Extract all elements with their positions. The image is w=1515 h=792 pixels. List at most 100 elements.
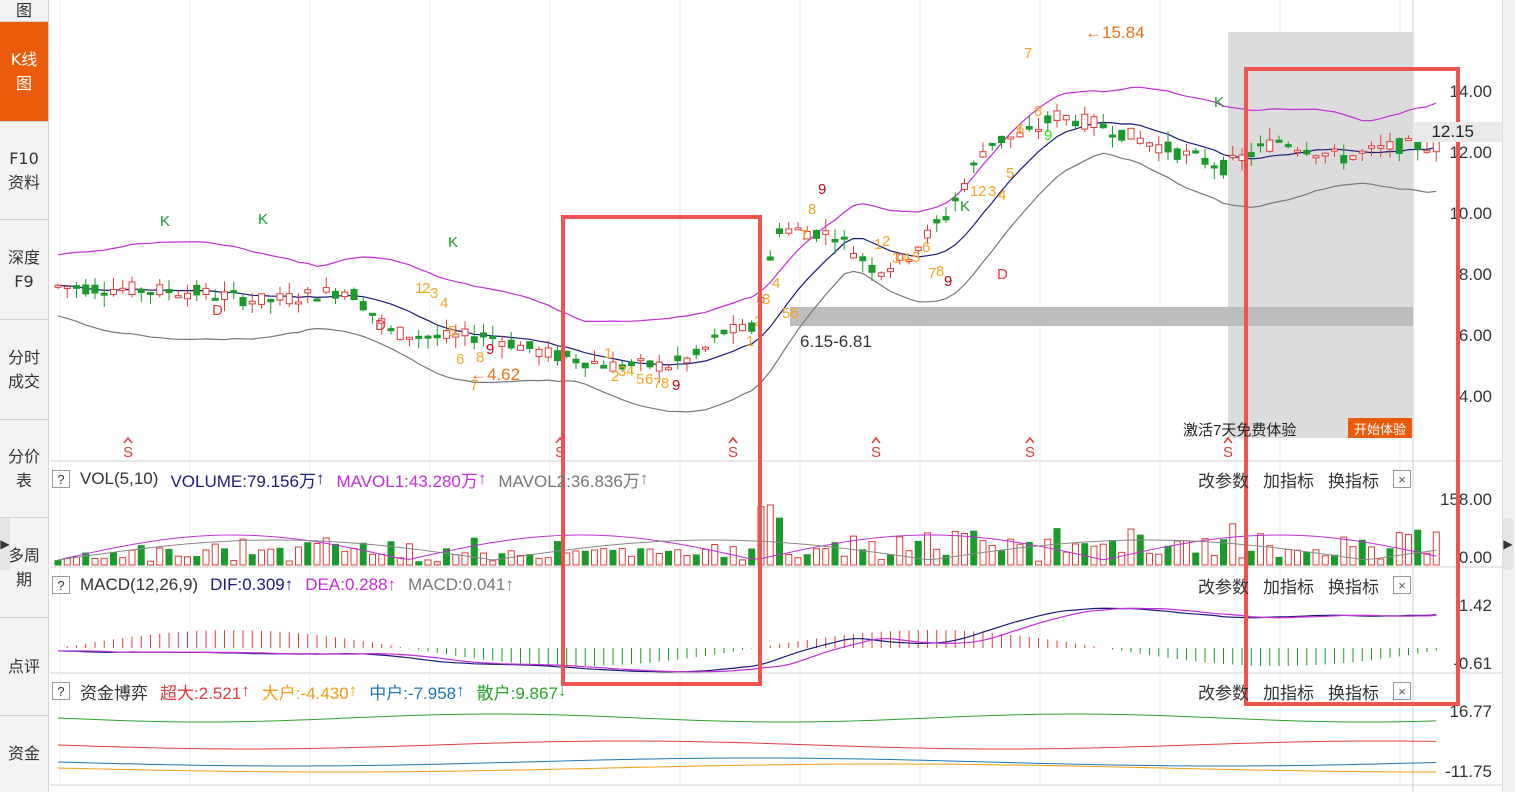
y-tick-label: 14.00 — [1449, 82, 1492, 101]
candle-body — [1414, 141, 1422, 150]
volume-bar — [91, 557, 99, 566]
expand-right-icon[interactable]: ▶ — [1503, 518, 1513, 570]
volume-bar — [1275, 556, 1283, 566]
candle-body — [184, 292, 191, 300]
volume-bar — [711, 544, 719, 566]
add-indicator-button[interactable]: 加指标 — [1263, 467, 1314, 492]
sidebar-item-kline[interactable]: K线图 — [0, 22, 48, 122]
volume-bar — [637, 548, 645, 566]
candle-body — [1423, 149, 1431, 153]
start-trial-button[interactable]: 开始体验 — [1348, 418, 1412, 438]
volume-bar — [285, 560, 293, 566]
td-count-label: 5 — [448, 323, 456, 340]
swap-indicator-button[interactable]: 换指标 — [1328, 467, 1379, 492]
volume-bar — [230, 560, 238, 566]
sidebar-item-tick-trades[interactable]: 分时成交 — [0, 320, 48, 420]
candle-body — [1118, 129, 1126, 141]
sidebar-item-price-table[interactable]: 分价表 — [0, 420, 48, 518]
fund-indicator-name[interactable]: 资金博弈 — [80, 679, 148, 704]
volume-bar — [248, 554, 256, 566]
candle-body — [433, 334, 441, 339]
modify-params-button[interactable]: 改参数 — [1198, 679, 1249, 704]
s-signal-icon: S — [1223, 444, 1233, 461]
td-count-label: 6 — [1016, 121, 1024, 138]
sidebar-item-f10[interactable]: F10资料 — [0, 122, 48, 220]
td-count-label: 8 — [1034, 103, 1042, 120]
mid-value: 中户:-7.958 — [369, 683, 457, 703]
td-count-label: 7 — [1024, 45, 1032, 62]
volume-bar — [655, 552, 663, 566]
arrow-up-icon: ↑ — [284, 575, 294, 594]
y-tick-label: 8.00 — [1459, 265, 1492, 284]
volume-bar — [110, 552, 117, 566]
y-tick-label: 158.00 — [1440, 490, 1492, 509]
candle-body — [554, 350, 561, 362]
sidebar-item-chart[interactable]: 图 — [0, 0, 48, 22]
vol-indicator-name[interactable]: VOL(5,10) — [80, 469, 158, 489]
td-count-label: 8 — [476, 349, 484, 366]
td-count-label: 9 — [818, 181, 826, 198]
candle-body — [1331, 148, 1338, 152]
fund-panel-actions: 改参数 加指标 换指标 × — [1184, 679, 1411, 703]
candle-body — [1377, 145, 1385, 149]
macd-indicator-name[interactable]: MACD(12,26,9) — [80, 575, 198, 595]
volume-bar — [1007, 538, 1015, 566]
help-icon[interactable]: ? — [52, 682, 70, 700]
td-count-label: 4 — [902, 250, 910, 267]
volume-bar — [554, 541, 561, 566]
large-value: 大户:-4.430 — [261, 683, 349, 703]
candle-body — [1229, 154, 1237, 159]
sidebar-item-label: K线图 — [10, 49, 38, 93]
volume-bar — [1155, 553, 1163, 566]
volume-bar — [424, 559, 432, 566]
sidebar-item-depth-f9[interactable]: 深度F9 — [0, 220, 48, 320]
swap-indicator-button[interactable]: 换指标 — [1328, 679, 1379, 704]
collapse-left-icon[interactable]: ▶ — [0, 518, 10, 570]
right-scroll-strip[interactable] — [1502, 0, 1515, 792]
zone-price-annotation: 6.15-6.81 — [800, 332, 872, 351]
help-icon[interactable]: ? — [52, 470, 70, 488]
volume-bar — [1229, 523, 1237, 566]
chart-canvas[interactable]: ←4.62←15.846.15-6.81K KKKKDDD12 345678 9 123… — [0, 0, 1515, 792]
help-icon[interactable]: ? — [52, 576, 70, 594]
candle-body — [702, 346, 709, 350]
volume-bar — [1414, 529, 1422, 566]
td-count-label: 6 — [790, 305, 798, 322]
td-count-label: 6 — [456, 351, 464, 368]
close-icon[interactable]: × — [1393, 470, 1411, 488]
add-indicator-button[interactable]: 加指标 — [1263, 679, 1314, 704]
modify-params-button[interactable]: 改参数 — [1198, 467, 1249, 492]
volume-bar — [859, 549, 867, 566]
candle-body — [572, 358, 580, 364]
modify-params-button[interactable]: 改参数 — [1198, 573, 1249, 598]
arrow-up-icon: ↑ — [348, 681, 358, 700]
candle-body — [1146, 142, 1153, 147]
sidebar-item-comment[interactable]: 点评 — [0, 618, 48, 716]
sidebar-item-funds[interactable]: 资金 — [0, 716, 48, 792]
close-icon[interactable]: × — [1393, 576, 1411, 594]
add-indicator-button[interactable]: 加指标 — [1263, 573, 1314, 598]
volume-bar — [1312, 549, 1320, 566]
candle-body — [711, 334, 719, 338]
y-tick-label: 10.00 — [1449, 204, 1492, 223]
s-signal-icon: S — [1025, 444, 1035, 461]
volume-bar — [322, 537, 330, 566]
volume-bar — [970, 530, 978, 566]
y-axis-labels: 14.00 12.00 10.00 8.00 6.00 4.00 158.00 0.00 1.4… — [1440, 82, 1492, 781]
candle-body — [1321, 152, 1329, 157]
td-count-label: 1 — [604, 345, 612, 362]
candle-body — [868, 264, 876, 273]
volume-bar — [369, 553, 376, 566]
close-icon[interactable]: × — [1393, 682, 1411, 700]
candle-body — [544, 347, 552, 358]
volume-bar — [415, 561, 423, 566]
swap-indicator-button[interactable]: 换指标 — [1328, 573, 1379, 598]
volume-bar — [100, 557, 108, 566]
td-count-label: 4 — [440, 295, 448, 312]
candle-body — [1155, 144, 1163, 154]
candle-body — [988, 142, 996, 146]
candle-body — [1210, 165, 1218, 169]
volume-bar — [683, 554, 691, 566]
volume-bars — [54, 504, 1440, 566]
candle-body — [332, 290, 339, 299]
